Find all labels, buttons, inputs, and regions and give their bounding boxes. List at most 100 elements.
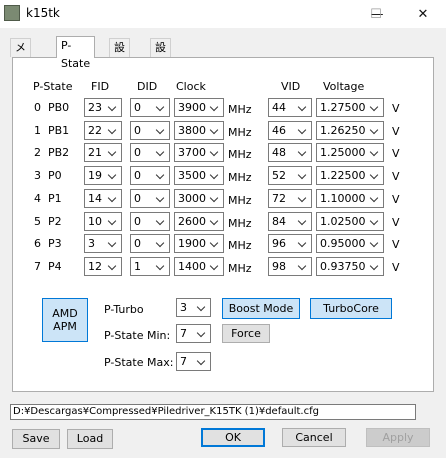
voltage-select[interactable]: 0.95000	[316, 234, 384, 253]
ok-button[interactable]: OK	[201, 428, 265, 447]
voltage-select-value: 1.25000	[320, 146, 366, 159]
voltage-unit: V	[392, 193, 400, 206]
amd-apm-button[interactable]: AMD APM	[42, 298, 88, 342]
chevron-down-icon	[370, 122, 380, 139]
chevron-down-icon	[210, 190, 220, 207]
did-select[interactable]: 0	[130, 143, 170, 162]
force-button[interactable]: Force	[222, 324, 270, 343]
clock-select[interactable]: 2600	[174, 212, 224, 231]
vid-select-value: 44	[272, 101, 286, 114]
did-select[interactable]: 0	[130, 234, 170, 253]
voltage-select[interactable]: 1.27500	[316, 98, 384, 117]
chevron-down-icon	[108, 213, 118, 230]
did-select[interactable]: 0	[130, 121, 170, 140]
row-index: 0	[34, 101, 41, 114]
clock-select[interactable]: 3500	[174, 166, 224, 185]
did-select-value: 0	[134, 169, 141, 182]
did-select[interactable]: 0	[130, 166, 170, 185]
fid-select[interactable]: 23	[84, 98, 122, 117]
voltage-select[interactable]: 0.93750	[316, 257, 384, 276]
fid-select[interactable]: 3	[84, 234, 122, 253]
clock-select-value: 3800	[178, 124, 206, 137]
chevron-down-icon	[370, 144, 380, 161]
vid-select[interactable]: 98	[268, 257, 312, 276]
vid-select[interactable]: 96	[268, 234, 312, 253]
close-button[interactable]: ✕	[400, 0, 446, 28]
chevron-down-icon	[210, 167, 220, 184]
fid-select[interactable]: 10	[84, 212, 122, 231]
vid-select-value: 98	[272, 260, 286, 273]
did-select[interactable]: 1	[130, 257, 170, 276]
voltage-unit: V	[392, 216, 400, 229]
chevron-down-icon	[156, 190, 166, 207]
chevron-down-icon	[298, 144, 308, 161]
clock-select-value: 1400	[178, 260, 206, 273]
header-clock: Clock	[176, 80, 206, 93]
load-button[interactable]: Load	[67, 429, 113, 449]
fid-select[interactable]: 22	[84, 121, 122, 140]
apply-button[interactable]: Apply	[366, 428, 430, 447]
pturbo-label: P-Turbo	[104, 303, 144, 316]
fid-select[interactable]: 19	[84, 166, 122, 185]
maximize-button[interactable]: ☐	[352, 0, 400, 28]
clock-select-value: 3900	[178, 101, 206, 114]
fid-select[interactable]: 21	[84, 143, 122, 162]
vid-select[interactable]: 48	[268, 143, 312, 162]
did-select-value: 0	[134, 101, 141, 114]
pstate-max-label: P-State Max:	[104, 356, 174, 369]
clock-unit: MHz	[228, 171, 252, 184]
vid-select[interactable]: 46	[268, 121, 312, 140]
vid-select[interactable]: 84	[268, 212, 312, 231]
pturbo-select[interactable]: 3	[176, 298, 211, 317]
vid-select[interactable]: 44	[268, 98, 312, 117]
cancel-button[interactable]: Cancel	[282, 428, 346, 447]
tab-main[interactable]: メイン	[10, 38, 31, 90]
voltage-select[interactable]: 1.02500	[316, 212, 384, 231]
vid-select[interactable]: 52	[268, 166, 312, 185]
fid-select-value: 19	[88, 169, 102, 182]
chevron-down-icon	[156, 258, 166, 275]
file-path-field[interactable]: D:¥Descargas¥Compressed¥Piledriver_K15TK…	[10, 404, 416, 420]
chevron-down-icon	[298, 122, 308, 139]
turbocore-button[interactable]: TurboCore	[310, 298, 392, 319]
did-select[interactable]: 0	[130, 98, 170, 117]
clock-select[interactable]: 3700	[174, 143, 224, 162]
voltage-select[interactable]: 1.10000	[316, 189, 384, 208]
did-select[interactable]: 0	[130, 189, 170, 208]
pstate-min-select[interactable]: 7	[176, 324, 211, 343]
clock-select[interactable]: 1900	[174, 234, 224, 253]
fid-select-value: 10	[88, 215, 102, 228]
chevron-down-icon	[298, 99, 308, 116]
chevron-down-icon	[156, 213, 166, 230]
tab-settings1[interactable]: 設定1	[109, 38, 130, 90]
tab-settings2[interactable]: 設定2	[150, 38, 171, 90]
pstate-max-select[interactable]: 7	[176, 352, 211, 371]
vid-select[interactable]: 72	[268, 189, 312, 208]
did-select-value: 0	[134, 146, 141, 159]
chevron-down-icon	[370, 167, 380, 184]
header-pstate: P-State	[33, 80, 73, 93]
voltage-select-value: 1.27500	[320, 101, 366, 114]
clock-unit: MHz	[228, 148, 252, 161]
clock-select[interactable]: 3900	[174, 98, 224, 117]
clock-select[interactable]: 1400	[174, 257, 224, 276]
chevron-down-icon	[197, 299, 207, 316]
tab-pstate[interactable]: P-State	[56, 36, 96, 70]
boost-mode-button[interactable]: Boost Mode	[222, 298, 300, 319]
clock-select[interactable]: 3000	[174, 189, 224, 208]
voltage-select[interactable]: 1.22500	[316, 166, 384, 185]
fid-select[interactable]: 12	[84, 257, 122, 276]
chevron-down-icon	[108, 258, 118, 275]
header-vid: VID	[281, 80, 301, 93]
fid-select[interactable]: 14	[84, 189, 122, 208]
chevron-down-icon	[210, 122, 220, 139]
did-select[interactable]: 0	[130, 212, 170, 231]
clock-select[interactable]: 3800	[174, 121, 224, 140]
voltage-select[interactable]: 1.25000	[316, 143, 384, 162]
voltage-select[interactable]: 1.26250	[316, 121, 384, 140]
did-select-value: 0	[134, 192, 141, 205]
chevron-down-icon	[156, 167, 166, 184]
save-button[interactable]: Save	[12, 429, 60, 449]
chevron-down-icon	[197, 325, 207, 342]
vid-select-value: 46	[272, 124, 286, 137]
